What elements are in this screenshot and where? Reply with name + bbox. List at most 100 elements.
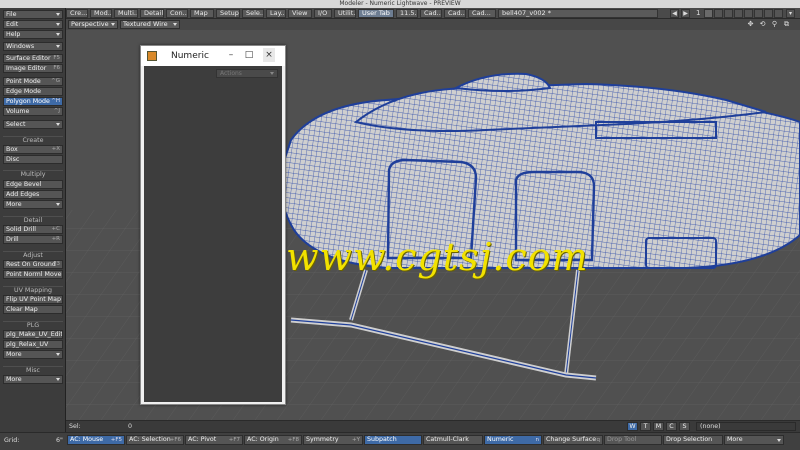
layer-box-5[interactable] xyxy=(744,9,753,18)
tab-io[interactable]: I/O xyxy=(314,9,332,18)
ac-mouse-button[interactable]: AC: Mouse +F5 xyxy=(67,435,125,445)
subpatch-button[interactable]: Subpatch xyxy=(364,435,422,445)
subpatch-type-select[interactable]: Catmull-Clark xyxy=(423,435,483,445)
chevron-down-icon xyxy=(56,203,60,206)
actions-select[interactable]: Actions xyxy=(216,69,278,78)
box-button[interactable]: Box +X xyxy=(3,145,63,154)
help-menu[interactable]: Help xyxy=(3,30,63,39)
more-multiply-menu[interactable]: More xyxy=(3,200,63,209)
numeric-panel: Actions xyxy=(144,66,282,402)
edge-mode-label: Edge Mode xyxy=(6,88,42,95)
solid-drill-label: Solid Drill xyxy=(6,226,37,233)
surface-editor-button[interactable]: Surface Editor F5 xyxy=(3,54,63,63)
section-multiply: Multiply xyxy=(3,170,63,178)
wireframe-toggle[interactable]: W xyxy=(627,422,638,431)
surface-select[interactable]: (none) xyxy=(696,422,796,431)
disc-button[interactable]: Disc xyxy=(3,155,63,164)
move-view-icon[interactable]: ✥ xyxy=(746,20,755,29)
plg-make-uv-edit-button[interactable]: plg_Make_UV_Edit xyxy=(3,330,63,339)
ac-pivot-button[interactable]: AC: Pivot +F7 xyxy=(185,435,243,445)
edit-menu[interactable]: Edit xyxy=(3,20,63,29)
change-surface-button[interactable]: Change Surface q xyxy=(543,435,603,445)
selection-set-toggle[interactable]: S xyxy=(679,422,690,431)
layer-number: 1 xyxy=(696,9,701,17)
volume-button[interactable]: Volume ^J xyxy=(3,107,63,116)
chevron-right-icon[interactable]: ▶ xyxy=(681,9,690,18)
image-editor-button[interactable]: Image Editor F6 xyxy=(3,64,63,73)
numeric-button[interactable]: Numeric n xyxy=(484,435,542,445)
tab-select[interactable]: Sele... xyxy=(242,9,264,18)
tab-cad-3[interactable]: Cad... xyxy=(468,9,496,18)
shortcut: ^G xyxy=(51,78,60,84)
polygon-mode-button[interactable]: Polygon Mode ^H xyxy=(3,97,63,106)
layer-box-6[interactable] xyxy=(754,9,763,18)
tab-11-5[interactable]: 11.5... xyxy=(396,9,418,18)
ac-selection-button[interactable]: AC: Selection +F6 xyxy=(126,435,184,445)
rotate-view-icon[interactable]: ⟲ xyxy=(758,20,767,29)
tab-modify[interactable]: Mod... xyxy=(90,9,112,18)
add-edges-button[interactable]: Add Edges xyxy=(3,190,63,199)
numeric-window[interactable]: Numeric – □ × Actions xyxy=(140,45,286,405)
chevron-down-icon xyxy=(56,33,60,36)
disc-label: Disc xyxy=(6,156,20,163)
select-menu[interactable]: Select xyxy=(3,120,63,129)
color-toggle[interactable]: C xyxy=(666,422,677,431)
more-bottom-menu[interactable]: More xyxy=(724,435,784,445)
ac-origin-button[interactable]: AC: Origin +F8 xyxy=(244,435,302,445)
change-surface-label: Change Surface xyxy=(546,436,597,443)
chevron-down-icon[interactable]: ▾ xyxy=(786,9,795,18)
more-misc-menu[interactable]: More xyxy=(3,375,63,384)
toolbar-sidebar: File Edit Help Windows Surface Editor F5 … xyxy=(0,8,66,441)
layer-box-7[interactable] xyxy=(764,9,773,18)
edge-mode-button[interactable]: Edge Mode xyxy=(3,87,63,96)
solid-drill-button[interactable]: Solid Drill +C xyxy=(3,225,63,234)
symmetry-button[interactable]: Symmetry +Y xyxy=(303,435,363,445)
maximize-view-icon[interactable]: ⧉ xyxy=(782,20,791,29)
windows-label: Windows xyxy=(6,43,35,50)
texture-toggle[interactable]: T xyxy=(640,422,651,431)
point-norml-move-button[interactable]: Point Norml Move xyxy=(3,270,63,279)
layer-box-3[interactable] xyxy=(724,9,733,18)
tab-utilities[interactable]: Utilit... xyxy=(334,9,356,18)
drop-tool-button[interactable]: Drop Tool xyxy=(604,435,662,445)
tab-layout[interactable]: Lay... xyxy=(266,9,286,18)
tab-object-name[interactable]: bell407_v002 * xyxy=(498,9,658,18)
view-type-select[interactable]: Perspective xyxy=(68,20,118,29)
tab-detail[interactable]: Detail xyxy=(140,9,164,18)
more-plg-menu[interactable]: More xyxy=(3,350,63,359)
windows-menu[interactable]: Windows xyxy=(3,42,63,51)
drop-selection-button[interactable]: Drop Selection xyxy=(663,435,723,445)
clear-map-button[interactable]: Clear Map xyxy=(3,305,63,314)
point-mode-button[interactable]: Point Mode ^G xyxy=(3,77,63,86)
tab-cad-1[interactable]: Cad... xyxy=(420,9,442,18)
tab-multiply[interactable]: Multi... xyxy=(114,9,138,18)
section-detail: Detail xyxy=(3,216,63,224)
tab-view[interactable]: View xyxy=(288,9,312,18)
rest-on-ground-button[interactable]: Rest On Ground F3 xyxy=(3,260,63,269)
layer-box-4[interactable] xyxy=(734,9,743,18)
file-menu[interactable]: File xyxy=(3,10,63,19)
layer-box-1[interactable] xyxy=(704,9,713,18)
tab-create[interactable]: Cre... xyxy=(66,9,88,18)
chevron-down-icon xyxy=(56,13,60,16)
tab-setup[interactable]: Setup xyxy=(216,9,240,18)
surface-editor-label: Surface Editor xyxy=(6,55,51,62)
layer-box-2[interactable] xyxy=(714,9,723,18)
tab-construct[interactable]: Con... xyxy=(166,9,188,18)
morph-toggle[interactable]: M xyxy=(653,422,664,431)
drill-button[interactable]: Drill +R xyxy=(3,235,63,244)
close-icon[interactable]: × xyxy=(263,48,275,62)
maximize-icon[interactable]: □ xyxy=(243,48,255,62)
minimize-icon[interactable]: – xyxy=(225,48,237,62)
tab-user-tab[interactable]: User Tab xyxy=(358,9,394,18)
edge-bevel-button[interactable]: Edge Bevel xyxy=(3,180,63,189)
shading-select[interactable]: Textured Wire xyxy=(120,20,180,29)
flip-uv-point-map-button[interactable]: Flip UV Point Map xyxy=(3,295,63,304)
more-label: More xyxy=(727,436,743,443)
tab-map[interactable]: Map xyxy=(190,9,214,18)
plg-relax-uv-button[interactable]: plg_Relax_UV xyxy=(3,340,63,349)
layer-box-8[interactable] xyxy=(774,9,783,18)
tab-cad-2[interactable]: Cad... xyxy=(444,9,466,18)
zoom-view-icon[interactable]: ⚲ xyxy=(770,20,779,29)
chevron-left-icon[interactable]: ◀ xyxy=(670,9,679,18)
